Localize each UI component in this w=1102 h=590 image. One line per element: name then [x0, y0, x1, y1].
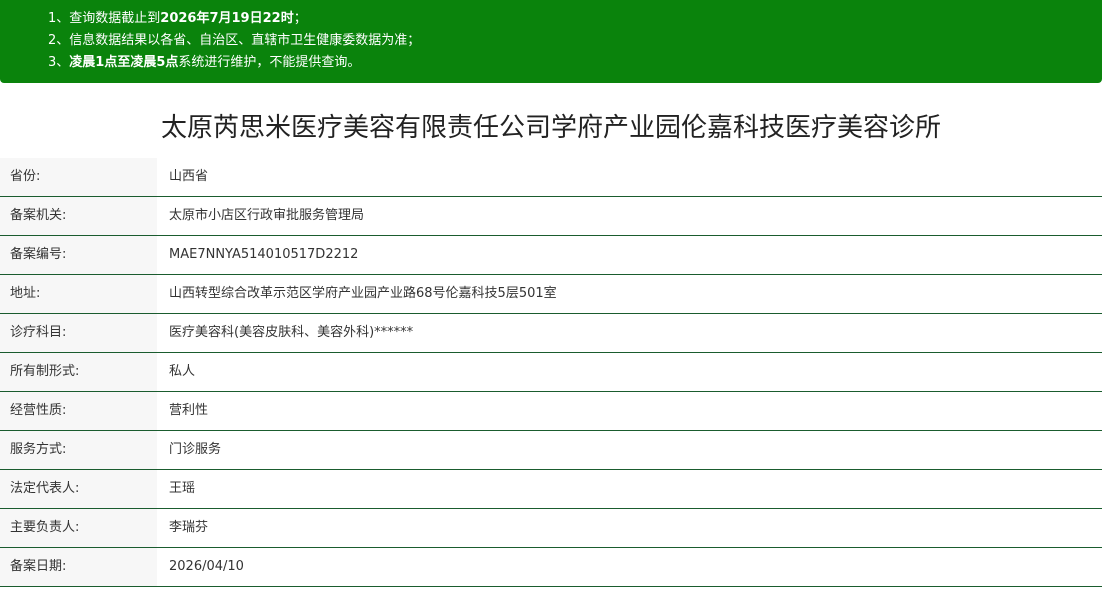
row-value: 2026/04/10 — [169, 559, 244, 574]
row-value: 李瑞芬 — [169, 520, 209, 535]
page-title: 太原芮思米医疗美容有限责任公司学府产业园伦嘉科技医疗美容诊所 — [160, 113, 941, 143]
notice-maintenance-window: 凌晨1点至凌晨5点 — [69, 55, 179, 70]
row-value: 山西省 — [169, 169, 209, 184]
table-row-registration-number: 备案编号: MAE7NNYA514010517D2212 — [0, 236, 1102, 275]
info-table: 省份: 山西省 备案机关: 太原市小店区行政审批服务管理局 备案编号: MAE7… — [0, 158, 1102, 587]
row-label: 备案机关: — [0, 197, 157, 235]
row-label: 省份: — [0, 158, 157, 196]
notice-line-2: 2、信息数据结果以各省、自治区、直辖市卫生健康委数据为准； — [48, 33, 421, 48]
row-label: 服务方式: — [0, 431, 157, 469]
table-row-principal: 主要负责人: 李瑞芬 — [0, 509, 1102, 548]
row-value: 营利性 — [169, 403, 209, 418]
row-label: 经营性质: — [0, 392, 157, 430]
row-value: 门诊服务 — [169, 442, 222, 457]
row-value: 医疗美容科(美容皮肤科、美容外科)****** — [169, 325, 414, 340]
row-label: 备案编号: — [0, 236, 157, 274]
table-row-ownership: 所有制形式: 私人 — [0, 353, 1102, 392]
table-row-departments: 诊疗科目: 医疗美容科(美容皮肤科、美容外科)****** — [0, 314, 1102, 353]
row-value: 私人 — [169, 364, 196, 379]
row-value: 山西转型综合改革示范区学府产业园产业路68号伦嘉科技5层501室 — [169, 286, 557, 301]
notice-line-3: 3、凌晨1点至凌晨5点系统进行维护，不能提供查询。 — [48, 55, 361, 70]
table-row-authority: 备案机关: 太原市小店区行政审批服务管理局 — [0, 197, 1102, 236]
row-label: 地址: — [0, 275, 157, 313]
row-label: 备案日期: — [0, 548, 157, 586]
row-label: 主要负责人: — [0, 509, 157, 547]
row-label: 法定代表人: — [0, 470, 157, 508]
table-row-service-mode: 服务方式: 门诊服务 — [0, 431, 1102, 470]
row-label: 所有制形式: — [0, 353, 157, 391]
table-row-address: 地址: 山西转型综合改革示范区学府产业园产业路68号伦嘉科技5层501室 — [0, 275, 1102, 314]
row-label: 诊疗科目: — [0, 314, 157, 352]
notice-line-1: 1、查询数据截止到2026年7月19日22时； — [48, 11, 307, 26]
notice-banner: 1、查询数据截止到2026年7月19日22时； 2、信息数据结果以各省、自治区、… — [0, 0, 1102, 83]
table-row-registration-date: 备案日期: 2026/04/10 — [0, 548, 1102, 587]
row-value: 王瑶 — [169, 481, 196, 496]
row-value: MAE7NNYA514010517D2212 — [169, 247, 359, 262]
row-value: 太原市小店区行政审批服务管理局 — [169, 208, 365, 223]
notice-cutoff-time: 2026年7月19日22时 — [160, 11, 294, 26]
table-row-legal-representative: 法定代表人: 王瑶 — [0, 470, 1102, 509]
table-row-province: 省份: 山西省 — [0, 158, 1102, 197]
table-row-business-nature: 经营性质: 营利性 — [0, 392, 1102, 431]
